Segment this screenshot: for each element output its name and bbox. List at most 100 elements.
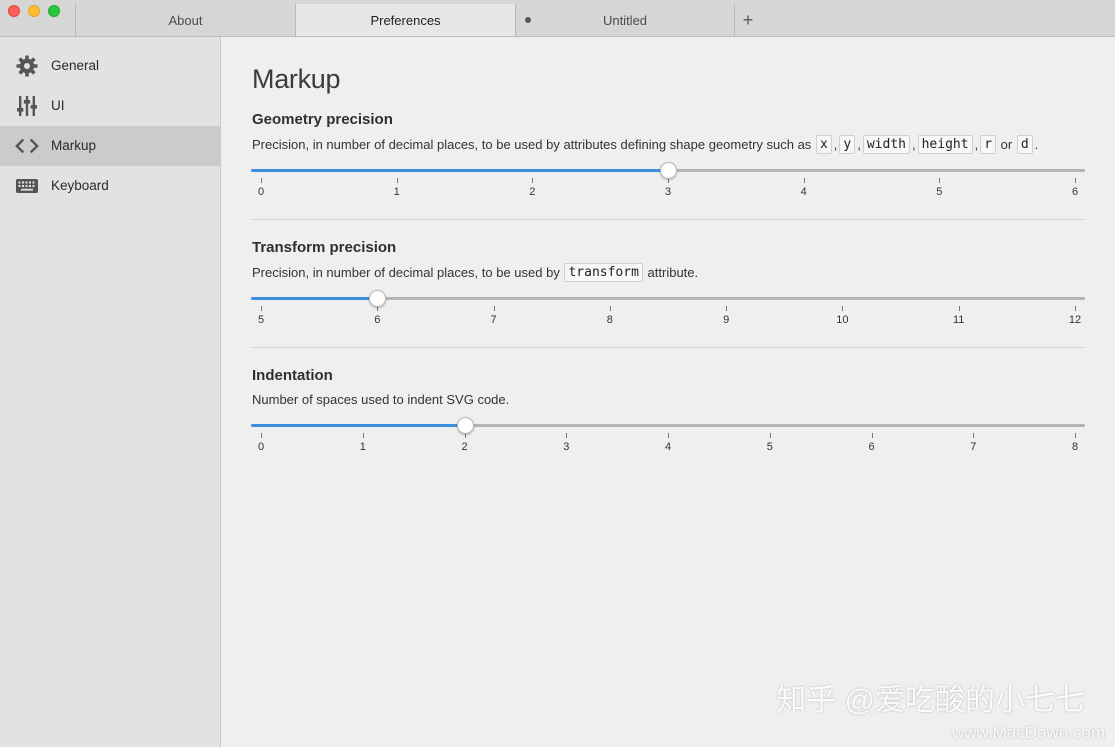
add-tab-button[interactable]: + xyxy=(736,4,760,36)
gear-icon xyxy=(15,54,39,78)
slider-tick-label: 4 xyxy=(800,186,807,198)
slider-tick-label: 6 xyxy=(1071,186,1079,198)
slider-tick-label: 2 xyxy=(529,186,536,198)
tab-about[interactable]: About xyxy=(75,4,295,36)
slider-tick xyxy=(958,306,960,311)
tab-about-label: About xyxy=(168,12,203,28)
description-text: Precision, in number of decimal places, … xyxy=(252,265,560,280)
slider-tick-label: 6 xyxy=(374,314,381,326)
code-x: x xyxy=(815,135,832,154)
transform-precision-description: Precision, in number of decimal places, … xyxy=(252,263,698,282)
slider-tick xyxy=(726,306,728,311)
slider-tick xyxy=(261,433,262,438)
tab-untitled[interactable]: Untitled xyxy=(515,4,735,36)
code-height: height xyxy=(917,135,973,154)
slider-tick-label: 4 xyxy=(664,441,672,453)
slider-tick xyxy=(261,306,262,311)
slider-thumb[interactable] xyxy=(456,417,474,434)
slider-fill xyxy=(251,169,668,172)
slider-tick xyxy=(1075,306,1076,311)
sliders-icon xyxy=(15,94,39,118)
slider-thumb[interactable] xyxy=(660,162,677,179)
slider-tick xyxy=(532,178,534,183)
code-d: d xyxy=(1016,135,1033,154)
slider-tick xyxy=(493,306,495,311)
slider-tick xyxy=(261,178,262,183)
maximize-window-button[interactable] xyxy=(48,5,60,17)
title-bar: About Preferences Untitled + xyxy=(0,0,1115,37)
slider-thumb[interactable] xyxy=(369,290,387,307)
tab-preferences-label: Preferences xyxy=(370,12,441,28)
slider-tick-label: 6 xyxy=(868,441,875,453)
sidebar: General UI Markup Keyboard xyxy=(0,37,221,747)
section-divider xyxy=(251,347,1085,348)
sidebar-item-ui[interactable]: UI xyxy=(0,86,220,126)
slider-tick-label: 8 xyxy=(606,314,613,326)
slider-tick-label: 3 xyxy=(664,186,672,198)
code-width: width xyxy=(862,135,910,154)
tab-untitled-label: Untitled xyxy=(602,12,648,28)
slider-fill xyxy=(251,297,378,300)
indentation-description: Number of spaces used to indent SVG code… xyxy=(252,392,510,407)
sidebar-item-label: Markup xyxy=(51,138,97,153)
sidebar-item-keyboard[interactable]: Keyboard xyxy=(0,166,220,206)
slider-tick-label: 12 xyxy=(1068,314,1082,326)
sidebar-item-general[interactable]: General xyxy=(0,46,220,86)
geometry-precision-slider[interactable]: 0 1 2 3 4 5 6 xyxy=(251,160,1085,204)
tab-preferences[interactable]: Preferences xyxy=(295,4,515,36)
slider-tick-label: 2 xyxy=(461,441,468,453)
slider-tick-label: 11 xyxy=(952,314,965,326)
slider-tick-label: 7 xyxy=(970,441,977,453)
code-icon xyxy=(15,134,39,158)
sidebar-item-label: UI xyxy=(51,98,65,113)
slider-tick xyxy=(396,178,398,183)
sidebar-item-label: General xyxy=(51,58,100,73)
watermark-text: 知乎 @爱吃酸的小七七 xyxy=(776,684,1085,717)
keyboard-icon xyxy=(15,174,39,198)
sidebar-item-label: Keyboard xyxy=(51,178,109,193)
slider-tick-label: 7 xyxy=(490,314,497,326)
slider-tick xyxy=(668,433,669,438)
section-title-indentation: Indentation xyxy=(252,367,333,384)
geometry-precision-description: Precision, in number of decimal places, … xyxy=(252,135,1039,154)
slider-tick-label: 1 xyxy=(359,441,366,453)
slider-tick xyxy=(566,433,568,438)
slider-tick xyxy=(973,433,975,438)
slider-tick-label: 5 xyxy=(936,186,943,198)
close-window-button[interactable] xyxy=(8,5,20,17)
transform-precision-slider[interactable]: 5 6 7 8 9 10 11 12 xyxy=(251,288,1085,332)
page-title: Markup xyxy=(252,64,341,94)
description-text: Precision, in number of decimal places, … xyxy=(252,137,812,152)
unsaved-dot-icon xyxy=(525,17,531,23)
section-divider xyxy=(251,219,1085,220)
slider-tick-label: 0 xyxy=(257,441,265,453)
slider-tick-label: 8 xyxy=(1071,441,1079,453)
slider-tick xyxy=(842,306,844,311)
description-suffix: attribute. xyxy=(647,265,699,280)
slider-tick xyxy=(1075,433,1076,438)
description-or: or xyxy=(1000,137,1013,152)
preferences-panel: Markup Geometry precision Precision, in … xyxy=(221,37,1115,747)
indentation-slider[interactable]: 0 1 2 3 4 5 6 7 8 xyxy=(251,415,1085,459)
watermark-url: www.MacDown.com xyxy=(951,723,1105,742)
section-title-geometry-precision: Geometry precision xyxy=(252,111,393,128)
slider-tick-label: 10 xyxy=(836,314,849,326)
slider-tick xyxy=(362,433,364,438)
slider-tick-label: 0 xyxy=(257,186,265,198)
minimize-window-button[interactable] xyxy=(28,5,40,17)
description-end: . xyxy=(1034,137,1039,152)
code-y: y xyxy=(839,135,856,154)
section-title-transform-precision: Transform precision xyxy=(252,239,397,256)
slider-tick-label: 9 xyxy=(723,314,730,326)
slider-tick xyxy=(609,306,611,311)
slider-tick-label: 3 xyxy=(563,441,570,453)
slider-tick-label: 5 xyxy=(257,314,265,326)
slider-tick xyxy=(939,178,941,183)
slider-tick-label: 1 xyxy=(393,186,400,198)
code-r: r xyxy=(980,135,997,154)
slider-tick-label: 5 xyxy=(766,441,773,453)
slider-fill xyxy=(251,424,465,427)
sidebar-item-markup[interactable]: Markup xyxy=(0,126,220,166)
slider-tick xyxy=(871,433,873,438)
slider-tick xyxy=(769,433,771,438)
